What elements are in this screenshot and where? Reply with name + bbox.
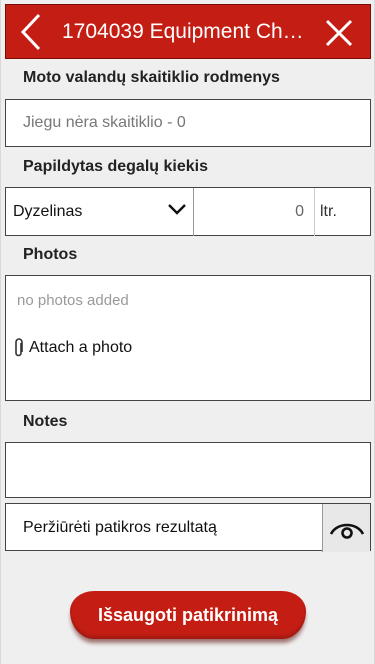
notes-box (5, 442, 371, 498)
page-title: 1704039 Equipment Ch… (62, 19, 304, 43)
notes-label: Notes (23, 413, 68, 430)
view-results-button[interactable] (322, 504, 370, 552)
fuel-label: Papildytas degalų kiekis (23, 158, 208, 175)
attach-photo-label: Attach a photo (29, 339, 133, 356)
back-button[interactable] (6, 4, 56, 59)
moto-hours-label: Moto valandų skaitiklio rodmenys (23, 69, 280, 86)
paperclip-icon (15, 338, 23, 357)
fuel-unit-label: ltr. (314, 188, 370, 236)
photos-empty-text: no photos added (17, 292, 129, 309)
header-bar: 1704039 Equipment Ch… (5, 4, 371, 59)
notes-input[interactable] (6, 443, 370, 497)
photos-box: no photos added Attach a photo (5, 275, 371, 401)
fuel-amount-field[interactable]: 0 ltr. (194, 188, 370, 236)
save-inspection-button[interactable]: Išsaugoti patikrinimą (70, 591, 306, 639)
chevron-down-icon (168, 204, 186, 215)
attach-photo-button[interactable]: Attach a photo (13, 338, 132, 358)
fuel-type-select[interactable]: Dyzelinas (6, 188, 194, 236)
fuel-type-value: Dyzelinas (13, 203, 83, 220)
photos-label: Photos (23, 246, 78, 263)
moto-hours-field-box (5, 99, 371, 147)
moto-hours-input[interactable] (6, 100, 370, 146)
eye-icon (329, 523, 364, 539)
fuel-amount-value: 0 (295, 203, 304, 220)
close-button[interactable] (314, 5, 364, 60)
review-results-link[interactable]: Peržiūrėti patikros rezultatą (6, 504, 322, 552)
review-results-row: Peržiūrėti patikros rezultatą (5, 503, 371, 552)
fuel-field-box: Dyzelinas 0 ltr. (5, 187, 371, 236)
close-icon (325, 19, 353, 46)
screen: 1704039 Equipment Ch… Moto valandų skait… (0, 0, 375, 664)
chevron-left-icon (20, 13, 41, 50)
